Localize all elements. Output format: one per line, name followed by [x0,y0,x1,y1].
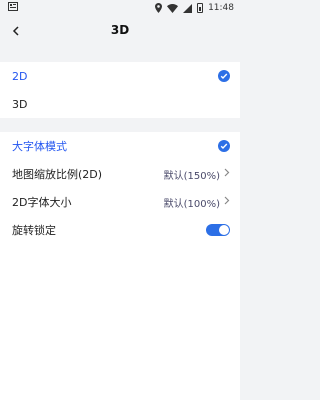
map-zoom-label: 地图缩放比例(2D) [12,168,103,181]
option-2d-label: 2D [12,69,28,83]
font-size-2d-label: 2D字体大小 [12,196,72,209]
wifi-icon [167,3,179,13]
check-icon [218,140,230,152]
large-font-mode-row[interactable]: 大字体模式 [0,132,240,160]
status-time: 11:48 [208,3,234,13]
status-bar: 11:48 [0,0,240,16]
battery-icon [197,3,204,13]
signal-icon [183,3,193,13]
option-3d[interactable]: 3D [0,90,240,118]
chevron-right-icon [224,168,230,180]
rotation-lock-label: 旋转锁定 [12,224,56,237]
back-button[interactable] [12,16,32,44]
font-size-2d-row[interactable]: 2D字体大小 默认(100%) [0,188,240,216]
view-mode-group: 2D 3D [0,62,240,118]
option-3d-label: 3D [12,97,28,111]
rotation-lock-row: 旋转锁定 [0,216,240,244]
location-icon [155,3,163,13]
settings-group: 大字体模式 地图缩放比例(2D) 默认(150%) 2D字体大小 默认(100%… [0,132,240,244]
sim-notification-icon [8,2,18,14]
option-2d[interactable]: 2D [0,62,240,90]
map-zoom-row[interactable]: 地图缩放比例(2D) 默认(150%) [0,160,240,188]
check-icon [218,70,230,82]
large-font-mode-label: 大字体模式 [12,140,67,153]
app-bar: 3D [0,16,240,44]
chevron-left-icon [12,21,20,40]
map-zoom-value: 默认(150%) [163,170,220,182]
chevron-right-icon [224,196,230,208]
rotation-lock-toggle[interactable] [206,224,230,236]
page-title: 3D [110,23,130,37]
font-size-2d-value: 默认(100%) [163,198,220,210]
content-background [0,238,240,400]
